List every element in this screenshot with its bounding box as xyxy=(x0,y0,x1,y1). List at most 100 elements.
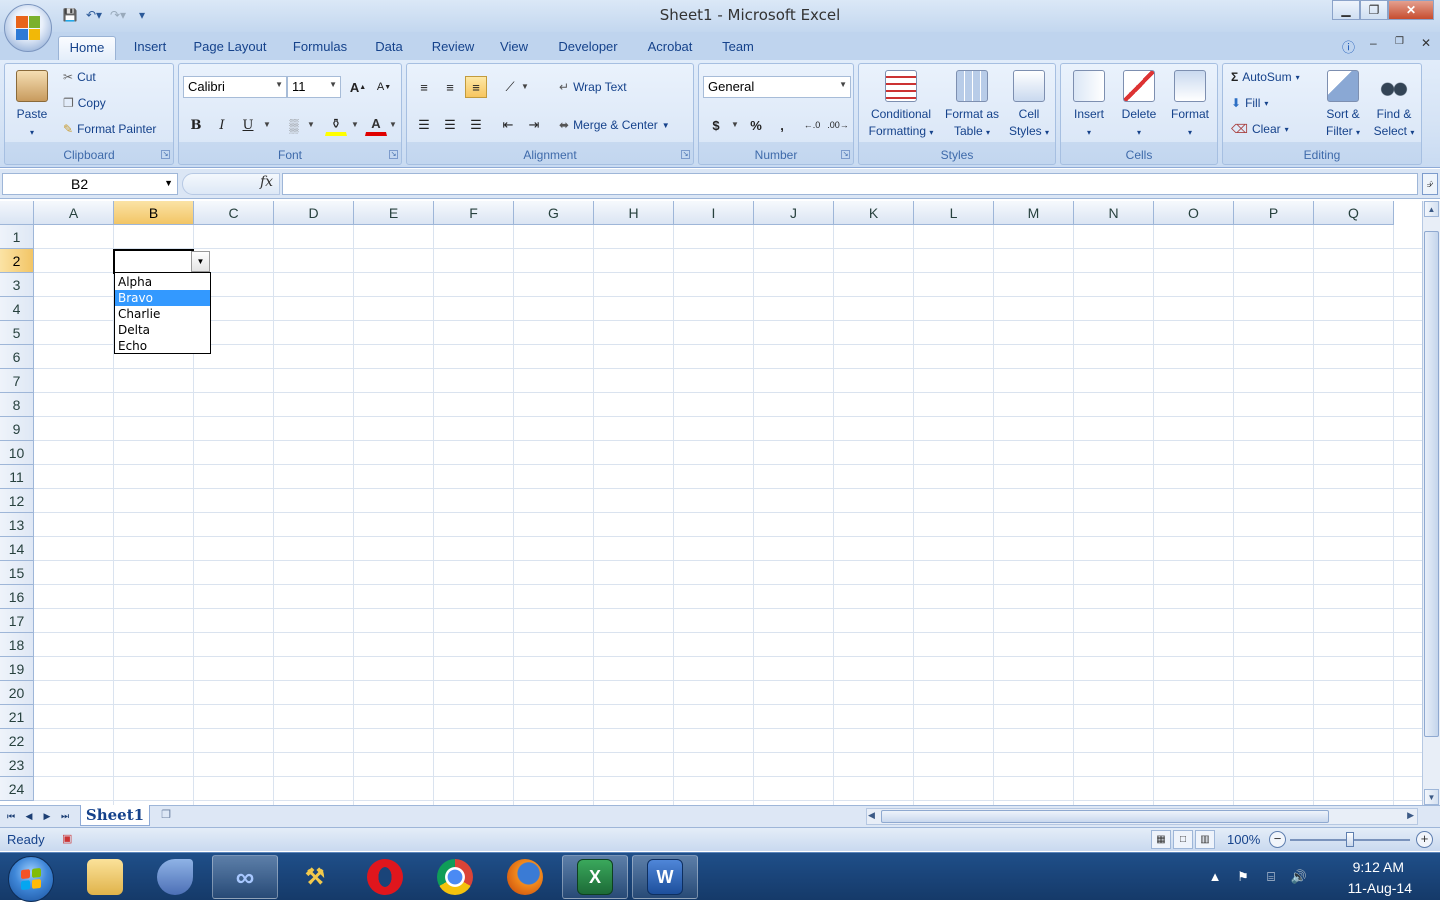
column-header[interactable]: C xyxy=(194,201,274,225)
tab-acrobat[interactable]: Acrobat xyxy=(640,36,700,60)
ribbon-restore-icon[interactable]: ❐ xyxy=(1395,36,1404,47)
fill-color-button[interactable]: ⚱ xyxy=(325,114,347,136)
column-header[interactable]: F xyxy=(434,201,514,225)
clock-date[interactable]: 11-Aug-14 xyxy=(1348,880,1412,896)
row-header[interactable]: 4 xyxy=(0,297,34,321)
office-button[interactable] xyxy=(4,4,52,52)
taskbar-chrome[interactable] xyxy=(422,855,488,899)
format-as-table-button[interactable]: Format as Table ▾ xyxy=(939,70,1005,141)
cell-dropdown-arrow-icon[interactable]: ▼ xyxy=(191,251,210,272)
column-header[interactable]: P xyxy=(1234,201,1314,225)
row-header[interactable]: 7 xyxy=(0,369,34,393)
column-header[interactable]: B xyxy=(114,201,194,225)
column-header[interactable]: Q xyxy=(1314,201,1394,225)
insert-sheet-icon[interactable]: ❐ xyxy=(154,808,178,824)
horizontal-scrollbar[interactable]: ◀ ▶ xyxy=(866,808,1418,825)
volume-icon[interactable]: 🔊 xyxy=(1290,869,1308,885)
tab-view[interactable]: View xyxy=(494,36,534,60)
clipboard-launcher-icon[interactable]: ↘ xyxy=(161,150,170,159)
taskbar-infinity[interactable]: ∞ xyxy=(212,855,278,899)
tab-home[interactable]: Home xyxy=(58,36,116,60)
column-header[interactable]: O xyxy=(1154,201,1234,225)
sort-filter-button[interactable]: Sort & Filter ▾ xyxy=(1319,70,1367,141)
cell-styles-button[interactable]: Cell Styles ▾ xyxy=(1005,70,1053,141)
column-header[interactable]: N xyxy=(1074,201,1154,225)
row-header[interactable]: 21 xyxy=(0,705,34,729)
tab-formulas[interactable]: Formulas xyxy=(286,36,354,60)
tab-page-layout[interactable]: Page Layout xyxy=(186,36,274,60)
comma-button[interactable]: , xyxy=(771,114,793,136)
row-header[interactable]: 13 xyxy=(0,513,34,537)
row-header[interactable]: 18 xyxy=(0,633,34,657)
row-header[interactable]: 2 xyxy=(0,249,34,273)
horizontal-scroll-thumb[interactable] xyxy=(881,810,1329,823)
zoom-out-icon[interactable]: − xyxy=(1269,831,1286,848)
merge-center-button[interactable]: ⬌ Merge & Center ▼ xyxy=(559,118,670,132)
zoom-slider-thumb[interactable] xyxy=(1346,832,1354,847)
row-header[interactable]: 20 xyxy=(0,681,34,705)
network-icon[interactable]: ⌸ xyxy=(1262,869,1280,885)
close-icon[interactable]: ✕ xyxy=(1388,0,1434,20)
column-header[interactable]: E xyxy=(354,201,434,225)
orientation-dropdown-icon[interactable]: ▼ xyxy=(521,82,529,91)
column-header[interactable]: J xyxy=(754,201,834,225)
currency-button[interactable]: $ xyxy=(705,114,727,136)
row-header[interactable]: 17 xyxy=(0,609,34,633)
fill-color-dropdown-icon[interactable]: ▼ xyxy=(351,120,359,129)
cut-button[interactable]: ✂ Cut xyxy=(63,70,96,84)
conditional-formatting-button[interactable]: Conditional Formatting ▾ xyxy=(863,70,939,141)
restore-icon[interactable]: ❐ xyxy=(1360,0,1388,20)
dropdown-option[interactable]: Delta xyxy=(115,322,210,338)
dropdown-option[interactable]: Alpha xyxy=(115,274,210,290)
taskbar-excel[interactable]: X xyxy=(562,855,628,899)
vertical-scrollbar[interactable]: ▲ ▼ xyxy=(1422,201,1440,805)
shrink-font-button[interactable]: A ▼ xyxy=(373,76,395,98)
column-header[interactable]: H xyxy=(594,201,674,225)
taskbar-explorer[interactable] xyxy=(72,855,138,899)
font-color-button[interactable]: A xyxy=(365,114,387,136)
tab-insert[interactable]: Insert xyxy=(124,36,176,60)
dropdown-option[interactable]: Charlie xyxy=(115,306,210,322)
name-box[interactable]: B2 ▼ xyxy=(2,173,178,195)
taskbar-dolphin[interactable] xyxy=(142,855,208,899)
currency-dropdown-icon[interactable]: ▼ xyxy=(731,120,739,129)
row-header[interactable]: 11 xyxy=(0,465,34,489)
tab-developer[interactable]: Developer xyxy=(550,36,626,60)
row-header[interactable]: 5 xyxy=(0,321,34,345)
action-center-icon[interactable]: ⚑ xyxy=(1234,869,1252,885)
clear-button[interactable]: ⌫ Clear ▾ xyxy=(1231,122,1289,136)
align-left-icon[interactable]: ☰ xyxy=(413,114,435,136)
taskbar-tools[interactable]: ⚒ xyxy=(282,855,348,899)
clock-time[interactable]: 9:12 AM xyxy=(1353,859,1404,875)
sheet-tab[interactable]: Sheet1 xyxy=(80,805,150,826)
bold-button[interactable]: B xyxy=(185,114,207,136)
scroll-left-icon[interactable]: ◀ xyxy=(868,810,875,821)
align-bottom-icon[interactable]: ≡ xyxy=(465,76,487,98)
row-header[interactable]: 3 xyxy=(0,273,34,297)
column-header[interactable]: D xyxy=(274,201,354,225)
row-header[interactable]: 1 xyxy=(0,225,34,249)
row-header[interactable]: 24 xyxy=(0,777,34,801)
taskbar-opera[interactable] xyxy=(352,855,418,899)
scroll-down-icon[interactable]: ▼ xyxy=(1424,789,1439,805)
zoom-level[interactable]: 100% xyxy=(1227,832,1260,847)
italic-button[interactable]: I xyxy=(211,114,233,136)
column-header[interactable]: K xyxy=(834,201,914,225)
increase-indent-icon[interactable]: ⇥ xyxy=(523,114,545,136)
column-header[interactable]: L xyxy=(914,201,994,225)
scroll-right-icon[interactable]: ▶ xyxy=(1407,810,1414,821)
select-all-button[interactable] xyxy=(0,201,34,225)
row-header[interactable]: 14 xyxy=(0,537,34,561)
vertical-scroll-thumb[interactable] xyxy=(1424,231,1439,737)
worksheet-grid[interactable]: ABCDEFGHIJKLMNOPQ 1 2 3 4 5 6 7 8 9 10 11 12 13 14 15 1… xyxy=(0,201,1422,805)
last-sheet-icon[interactable]: ⏭ xyxy=(58,809,72,823)
grow-font-button[interactable]: A ▲ xyxy=(347,76,369,98)
delete-cells-button[interactable]: Delete ▾ xyxy=(1115,70,1163,141)
number-format-select[interactable]: General ▼ xyxy=(703,76,851,98)
format-painter-button[interactable]: ✎ Format Painter xyxy=(63,122,156,136)
alignment-launcher-icon[interactable]: ↘ xyxy=(681,150,690,159)
next-sheet-icon[interactable]: ▶ xyxy=(40,809,54,823)
font-color-dropdown-icon[interactable]: ▼ xyxy=(389,120,397,129)
ribbon-close-icon[interactable]: ✕ xyxy=(1421,36,1431,50)
increase-decimal-icon[interactable]: ←.0 xyxy=(801,114,823,136)
